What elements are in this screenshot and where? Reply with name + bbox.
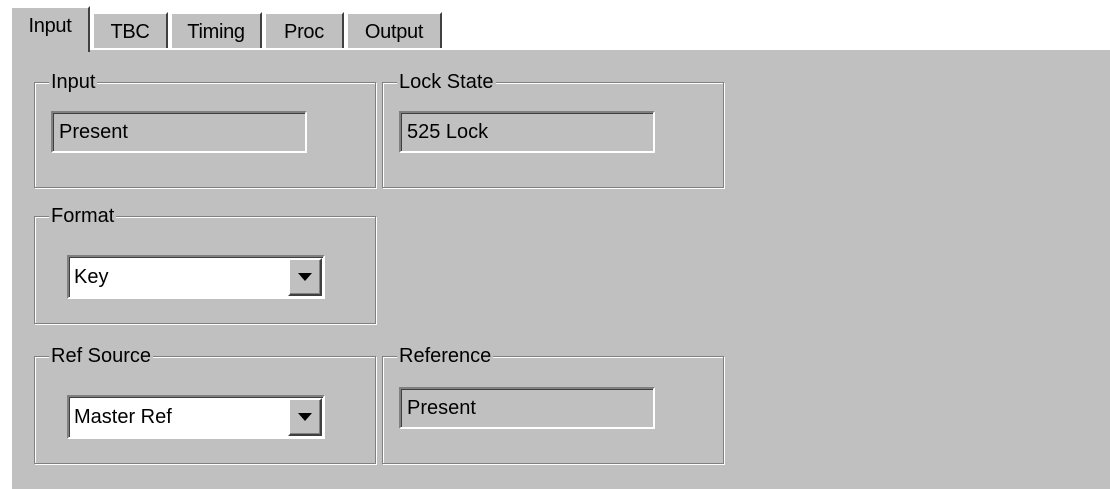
tab-proc-label: Proc bbox=[284, 20, 324, 43]
format-group: Format Key bbox=[34, 203, 376, 324]
ref-source-select[interactable]: Master Ref bbox=[67, 395, 325, 439]
chevron-down-icon bbox=[298, 413, 312, 421]
tab-timing[interactable]: Timing bbox=[170, 12, 262, 50]
tab-proc[interactable]: Proc bbox=[264, 12, 344, 50]
ref-source-group: Ref Source Master Ref bbox=[34, 343, 376, 464]
lock-state-group-title: Lock State bbox=[397, 69, 496, 95]
tab-input[interactable]: Input bbox=[10, 6, 90, 52]
tab-timing-label: Timing bbox=[187, 20, 245, 43]
reference-status-value: Present bbox=[407, 396, 476, 419]
lock-state-value: 525 Lock bbox=[407, 120, 489, 143]
reference-group-title: Reference bbox=[397, 343, 494, 369]
input-status-value: Present bbox=[59, 120, 128, 143]
tab-output[interactable]: Output bbox=[346, 12, 442, 50]
reference-group: Reference Present bbox=[382, 343, 724, 464]
ref-source-group-title: Ref Source bbox=[49, 343, 154, 369]
input-group-title: Input bbox=[49, 69, 98, 95]
reference-status-field: Present bbox=[399, 387, 655, 429]
ref-source-dropdown-button[interactable] bbox=[288, 398, 322, 436]
lock-state-group: Lock State 525 Lock bbox=[382, 69, 724, 188]
tab-strip: Input TBC Timing Proc Output bbox=[0, 0, 1110, 52]
tab-output-label: Output bbox=[364, 20, 424, 43]
input-status-field: Present bbox=[51, 111, 307, 153]
input-tab-panel: Input Present Lock State 525 Lock Format… bbox=[10, 48, 1110, 489]
tab-input-label: Input bbox=[28, 14, 72, 37]
tab-tbc[interactable]: TBC bbox=[92, 12, 168, 50]
input-group: Input Present bbox=[34, 69, 376, 188]
chevron-down-icon bbox=[298, 273, 312, 281]
format-dropdown-button[interactable] bbox=[288, 258, 322, 296]
format-select-value: Key bbox=[74, 265, 109, 288]
lock-state-field: 525 Lock bbox=[399, 111, 655, 153]
format-group-title: Format bbox=[49, 203, 117, 229]
ref-source-select-value: Master Ref bbox=[74, 405, 172, 428]
format-select[interactable]: Key bbox=[67, 255, 325, 299]
tab-tbc-label: TBC bbox=[110, 20, 150, 43]
